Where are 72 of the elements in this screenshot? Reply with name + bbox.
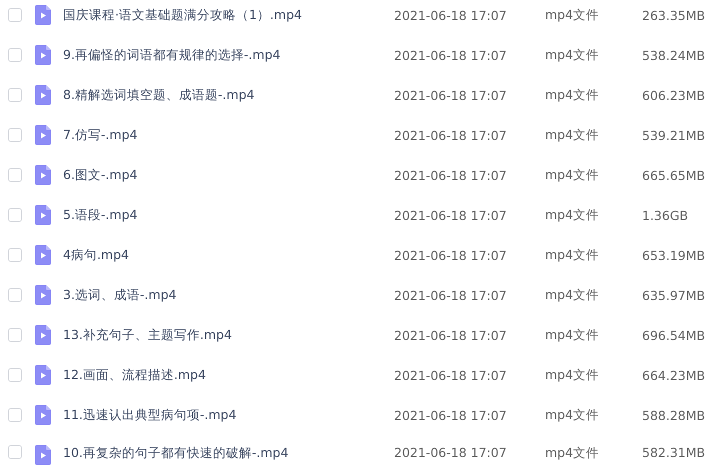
checkbox[interactable] <box>8 328 22 342</box>
modified-date: 2021-06-18 17:07 <box>394 168 508 182</box>
video-file-icon <box>35 325 51 345</box>
file-type: mp4文件 <box>545 126 600 144</box>
checkbox[interactable] <box>8 8 22 22</box>
video-file-icon <box>35 85 51 105</box>
checkbox[interactable] <box>8 208 22 222</box>
file-name[interactable]: 国庆课程·语文基础题满分攻略（1）.mp4 <box>63 6 394 24</box>
file-size: 635.97MB <box>642 288 706 302</box>
video-file-icon <box>35 365 51 385</box>
file-name[interactable]: 4病句.mp4 <box>63 246 394 264</box>
file-size: 538.24MB <box>642 48 706 62</box>
modified-date: 2021-06-18 17:07 <box>394 288 508 302</box>
modified-date: 2021-06-18 17:07 <box>394 8 508 22</box>
file-size: 539.21MB <box>642 128 706 142</box>
file-name[interactable]: 7.仿写-.mp4 <box>63 126 394 144</box>
video-file-icon <box>35 165 51 185</box>
checkbox[interactable] <box>8 88 22 102</box>
file-type: mp4文件 <box>545 406 600 424</box>
checkbox[interactable] <box>8 288 22 302</box>
file-size: 1.36GB <box>642 208 688 222</box>
file-name[interactable]: 10.再复杂的句子都有快速的破解-.mp4 <box>63 445 394 462</box>
file-type: mp4文件 <box>545 286 600 304</box>
modified-date: 2021-06-18 17:07 <box>394 368 508 382</box>
file-name[interactable]: 8.精解选词填空题、成语题-.mp4 <box>63 86 394 104</box>
file-name[interactable]: 12.画面、流程描述.mp4 <box>63 366 394 384</box>
modified-date: 2021-06-18 17:07 <box>394 445 508 460</box>
modified-date: 2021-06-18 17:07 <box>394 88 508 102</box>
file-type: mp4文件 <box>545 246 600 264</box>
file-size: 606.23MB <box>642 88 706 102</box>
video-file-icon <box>35 245 51 265</box>
file-type: mp4文件 <box>545 206 600 224</box>
file-size: 263.35MB <box>642 8 706 22</box>
video-file-icon <box>35 405 51 425</box>
video-file-icon <box>35 285 51 305</box>
checkbox[interactable] <box>8 128 22 142</box>
modified-date: 2021-06-18 17:07 <box>394 208 508 222</box>
file-type: mp4文件 <box>545 166 600 184</box>
video-file-icon <box>35 205 51 225</box>
file-size: 665.65MB <box>642 168 706 182</box>
checkbox[interactable] <box>8 168 22 182</box>
video-file-icon <box>35 5 51 25</box>
file-name[interactable]: 11.迅速认出典型病句项-.mp4 <box>63 406 394 424</box>
modified-date: 2021-06-18 17:07 <box>394 328 508 342</box>
file-name[interactable]: 13.补充句子、主题写作.mp4 <box>63 326 394 344</box>
video-file-icon <box>35 445 51 465</box>
file-size: 653.19MB <box>642 248 706 262</box>
checkbox[interactable] <box>8 248 22 262</box>
file-name[interactable]: 6.图文-.mp4 <box>63 166 394 184</box>
file-name[interactable]: 5.语段-.mp4 <box>63 206 394 224</box>
file-size: 588.28MB <box>642 408 706 422</box>
file-size: 582.31MB <box>642 445 706 460</box>
file-name[interactable]: 9.再偏怪的词语都有规律的选择-.mp4 <box>63 46 394 64</box>
file-name[interactable]: 3.选词、成语-.mp4 <box>63 286 394 304</box>
modified-date: 2021-06-18 17:07 <box>394 248 508 262</box>
file-type: mp4文件 <box>545 445 600 462</box>
file-type: mp4文件 <box>545 86 600 104</box>
modified-date: 2021-06-18 17:07 <box>394 128 508 142</box>
modified-date: 2021-06-18 17:07 <box>394 408 508 422</box>
checkbox[interactable] <box>8 368 22 382</box>
file-size: 664.23MB <box>642 368 706 382</box>
file-type: mp4文件 <box>545 366 600 384</box>
checkbox[interactable] <box>8 445 22 459</box>
file-type: mp4文件 <box>545 46 600 64</box>
file-type: mp4文件 <box>545 326 600 344</box>
video-file-icon <box>35 125 51 145</box>
video-file-icon <box>35 45 51 65</box>
file-size: 696.54MB <box>642 328 706 342</box>
checkbox[interactable] <box>8 48 22 62</box>
modified-date: 2021-06-18 17:07 <box>394 48 508 62</box>
file-type: mp4文件 <box>545 6 600 24</box>
checkbox[interactable] <box>8 408 22 422</box>
